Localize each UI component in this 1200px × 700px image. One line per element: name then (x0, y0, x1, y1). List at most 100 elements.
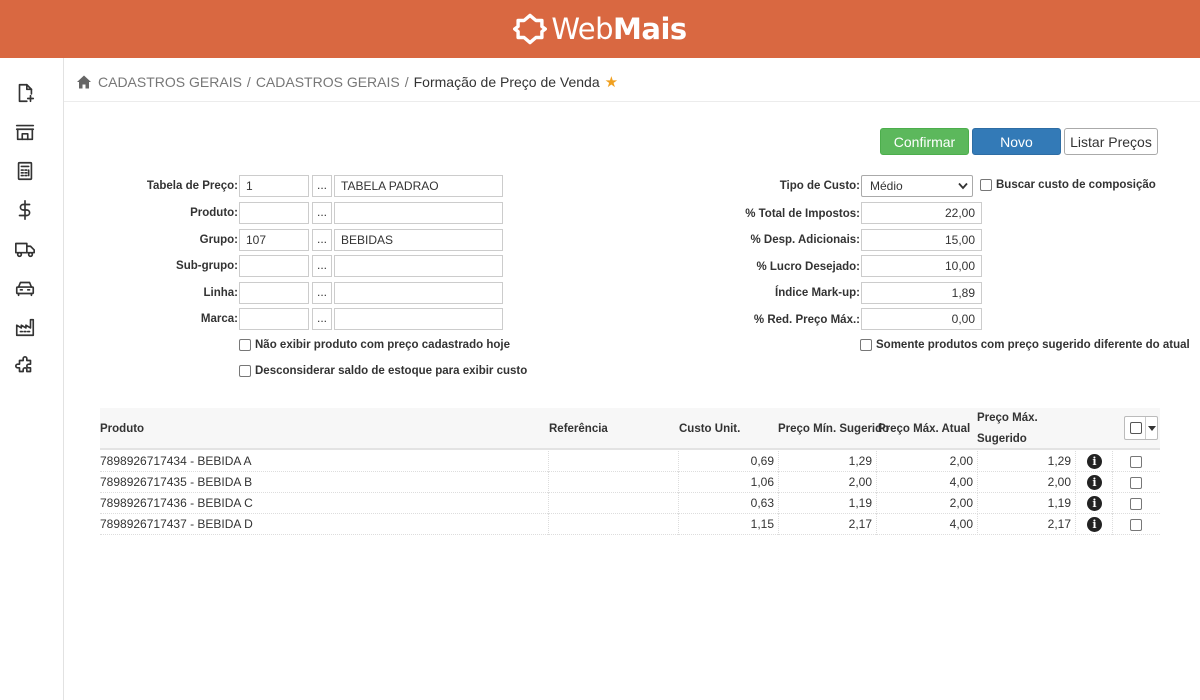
breadcrumb-item-2[interactable]: CADASTROS GERAIS (256, 74, 400, 90)
table-row[interactable]: 7898926717437 - BEBIDA D 1,15 2,17 4,00 … (100, 514, 1160, 535)
grupo-lookup-button[interactable]: ... (312, 229, 332, 251)
desconsiderar-checkbox-row[interactable]: Desconsiderar saldo de estoque para exib… (239, 363, 527, 379)
marca-lookup-button[interactable]: ... (312, 308, 332, 330)
home-icon[interactable] (76, 74, 92, 90)
subgrupo-label: Sub-grupo: (176, 260, 238, 272)
cell-produto: 7898926717437 - BEBIDA D (100, 514, 549, 535)
tipo-custo-select[interactable]: Médio (861, 175, 973, 197)
favorite-star-icon[interactable]: ★ (605, 73, 618, 91)
markup-input[interactable]: 1,89 (861, 282, 982, 304)
select-all-checkbox[interactable] (1130, 422, 1142, 434)
produto-code-input[interactable] (239, 202, 309, 224)
select-all-dropdown[interactable] (1124, 416, 1158, 440)
car-icon[interactable] (12, 275, 38, 301)
marca-code-input[interactable] (239, 308, 309, 330)
somente-checkbox-row[interactable]: Somente produtos com preço sugerido dife… (860, 337, 1190, 353)
confirm-button[interactable]: Confirmar (880, 128, 969, 155)
breadcrumb-divider (64, 101, 1200, 102)
marca-label: Marca: (200, 313, 238, 325)
breadcrumb-item-1[interactable]: CADASTROS GERAIS (98, 74, 242, 90)
breadcrumb-separator: / (246, 74, 251, 90)
cell-custo: 1,06 (679, 472, 779, 493)
tabela-preco-label: Tabela de Preço: (146, 180, 238, 192)
linha-name-input[interactable] (334, 282, 503, 304)
lucro-desejado-input[interactable]: 10,00 (861, 255, 982, 277)
markup-label: Índice Mark-up: (775, 287, 860, 299)
col-min-sugerido-header[interactable]: Preço Mín. Sugerido (778, 422, 889, 436)
page-title: Formação de Preço de Venda (413, 74, 600, 90)
list-prices-button[interactable]: Listar Preços (1064, 128, 1158, 155)
cell-referencia (549, 514, 679, 535)
caret-down-icon[interactable] (1148, 426, 1156, 431)
cell-max-atual: 4,00 (877, 472, 978, 493)
grupo-code-input[interactable]: 107 (239, 229, 309, 251)
info-icon[interactable]: i (1087, 496, 1102, 511)
new-button[interactable]: Novo (972, 128, 1061, 155)
total-impostos-input[interactable]: 22,00 (861, 202, 982, 224)
subgrupo-code-input[interactable] (239, 255, 309, 277)
nao-exibir-checkbox[interactable] (239, 339, 251, 351)
col-max-sugerido-header-line2[interactable]: Sugerido (977, 432, 1027, 446)
logo-text: WebMais (551, 12, 687, 46)
top-bar: WebMais (0, 0, 1200, 58)
webmais-logo[interactable]: WebMais (513, 12, 687, 46)
desp-adicionais-label: % Desp. Adicionais: (750, 234, 861, 246)
col-max-sugerido-header[interactable]: Preço Máx. (977, 411, 1038, 425)
truck-icon[interactable] (12, 236, 38, 262)
dollar-icon[interactable] (12, 197, 38, 223)
subgrupo-name-input[interactable] (334, 255, 503, 277)
breadcrumb: CADASTROS GERAIS / CADASTROS GERAIS / Fo… (76, 72, 618, 92)
produto-lookup-button[interactable]: ... (312, 202, 332, 224)
desp-adicionais-input[interactable]: 15,00 (861, 229, 982, 251)
cell-max-atual: 2,00 (877, 451, 978, 472)
factory-icon[interactable] (12, 314, 38, 340)
grupo-name-input[interactable]: BEBIDAS (334, 229, 503, 251)
table-row[interactable]: 7898926717434 - BEBIDA A 0,69 1,29 2,00 … (100, 451, 1160, 472)
subgrupo-lookup-button[interactable]: ... (312, 255, 332, 277)
sidebar (0, 58, 64, 700)
produto-name-input[interactable] (334, 202, 503, 224)
somente-checkbox[interactable] (860, 339, 872, 351)
row-checkbox[interactable] (1130, 477, 1142, 489)
col-custo-header[interactable]: Custo Unit. (679, 422, 740, 436)
cell-custo: 0,63 (679, 493, 779, 514)
tabela-preco-name-input[interactable]: TABELA PADRAO (334, 175, 503, 197)
cell-max-atual: 4,00 (877, 514, 978, 535)
cell-referencia (549, 493, 679, 514)
logo-icon (513, 13, 548, 45)
linha-code-input[interactable] (239, 282, 309, 304)
puzzle-icon[interactable] (12, 353, 38, 379)
tabela-preco-lookup-button[interactable]: ... (312, 175, 332, 197)
calculator-icon[interactable] (12, 158, 38, 184)
col-max-atual-header[interactable]: Preço Máx. Atual (878, 422, 970, 436)
col-produto-header[interactable]: Produto (100, 422, 144, 436)
buscar-custo-checkbox[interactable] (980, 179, 992, 191)
buscar-custo-checkbox-row[interactable]: Buscar custo de composição (980, 177, 1156, 193)
marca-name-input[interactable] (334, 308, 503, 330)
red-preco-max-input[interactable]: 0,00 (861, 308, 982, 330)
row-checkbox[interactable] (1130, 498, 1142, 510)
desconsiderar-checkbox[interactable] (239, 365, 251, 377)
row-checkbox[interactable] (1130, 456, 1142, 468)
chevron-down-icon (958, 182, 968, 190)
somente-label: Somente produtos com preço sugerido dife… (876, 339, 1190, 351)
nao-exibir-checkbox-row[interactable]: Não exibir produto com preço cadastrado … (239, 337, 510, 353)
file-plus-icon[interactable] (12, 80, 38, 106)
info-icon[interactable]: i (1087, 475, 1102, 490)
row-checkbox[interactable] (1130, 519, 1142, 531)
cell-produto: 7898926717436 - BEBIDA C (100, 493, 549, 514)
cell-referencia (549, 472, 679, 493)
table-row[interactable]: 7898926717435 - BEBIDA B 1,06 2,00 4,00 … (100, 472, 1160, 493)
cell-min-sugerido: 2,17 (779, 514, 877, 535)
grupo-label: Grupo: (199, 234, 238, 246)
info-icon[interactable]: i (1087, 454, 1102, 469)
tabela-preco-code-input[interactable]: 1 (239, 175, 309, 197)
store-icon[interactable] (12, 119, 38, 145)
buscar-custo-label: Buscar custo de composição (996, 179, 1156, 191)
linha-lookup-button[interactable]: ... (312, 282, 332, 304)
col-referencia-header[interactable]: Referência (549, 422, 608, 436)
info-icon[interactable]: i (1087, 517, 1102, 532)
cell-max-atual: 2,00 (877, 493, 978, 514)
cell-min-sugerido: 2,00 (779, 472, 877, 493)
table-row[interactable]: 7898926717436 - BEBIDA C 0,63 1,19 2,00 … (100, 493, 1160, 514)
